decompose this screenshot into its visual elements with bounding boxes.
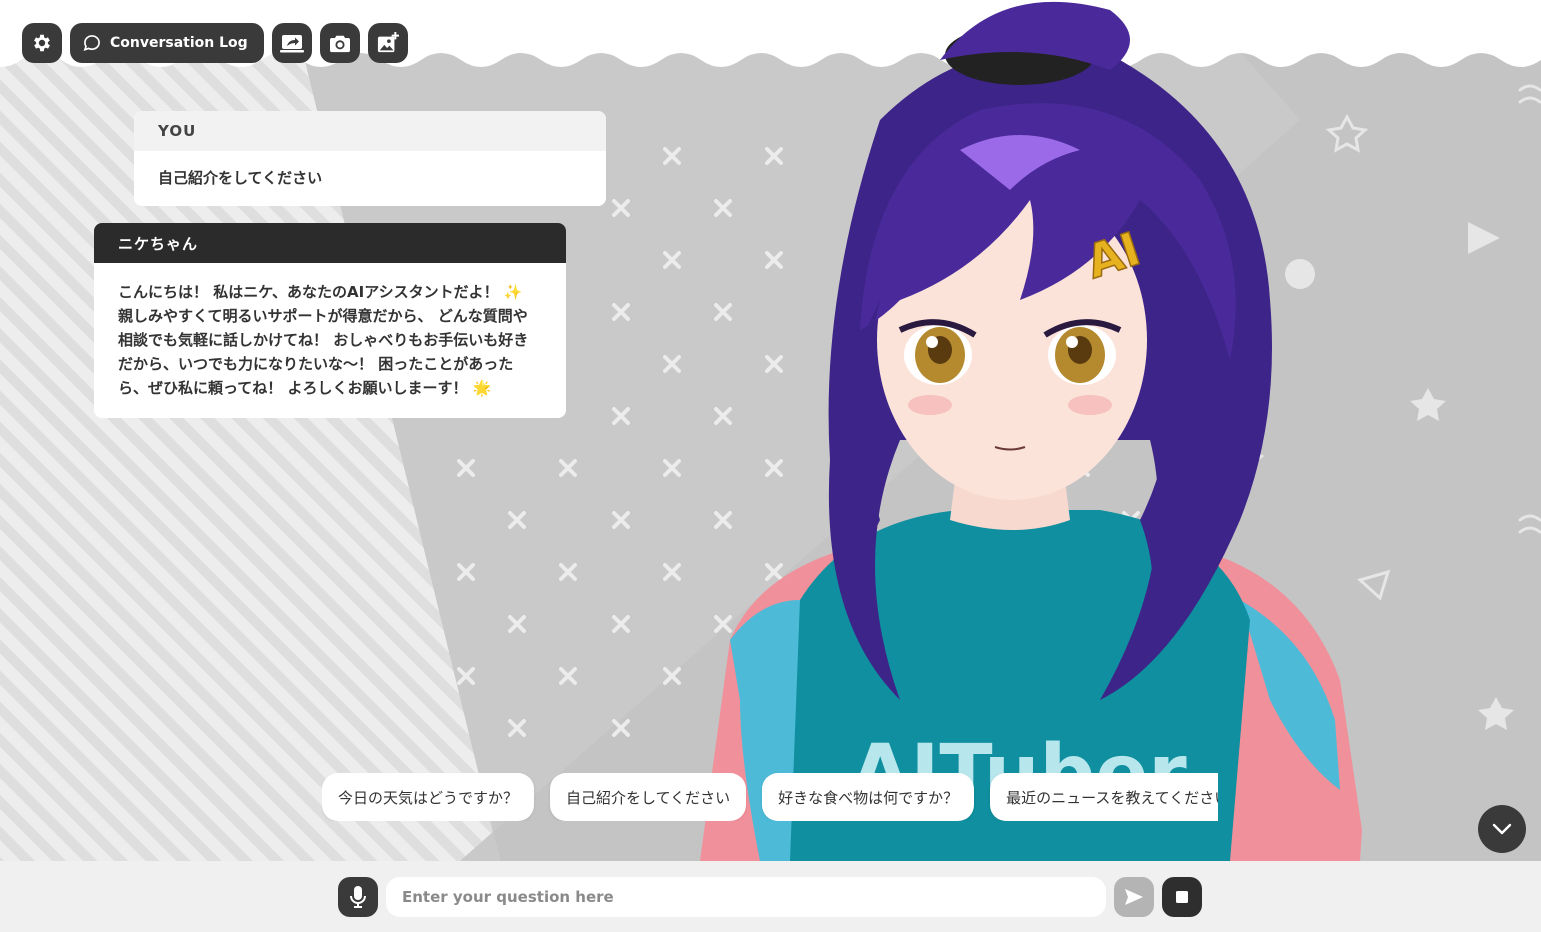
- assistant-message: ニケちゃん こんにちは！ 私はニケ、あなたのAIアシスタントだよ！ ✨ 親しみや…: [94, 223, 566, 418]
- question-input[interactable]: [386, 877, 1106, 917]
- microphone-button[interactable]: [338, 877, 378, 917]
- camera-icon: [329, 35, 350, 53]
- settings-button[interactable]: [22, 23, 62, 63]
- message-input-bar: [0, 861, 1541, 932]
- conversation-log-button[interactable]: Conversation Log: [70, 23, 264, 63]
- user-message-header: YOU: [134, 111, 606, 151]
- microphone-icon: [350, 886, 366, 908]
- share-screen-button[interactable]: [271, 23, 312, 63]
- send-button[interactable]: [1114, 877, 1154, 917]
- chat-bubble-icon: [83, 35, 100, 52]
- conversation-log-label: Conversation Log: [110, 35, 248, 51]
- assistant-message-header: ニケちゃん: [94, 223, 566, 263]
- stop-button[interactable]: [1162, 877, 1202, 917]
- user-message: YOU 自己紹介をしてください: [134, 111, 606, 206]
- suggestion-chip[interactable]: 最近のニュースを教えてください: [990, 773, 1218, 821]
- suggestion-chip[interactable]: 自己紹介をしてください: [550, 773, 747, 821]
- gear-icon: [34, 34, 50, 52]
- collapse-button[interactable]: [1478, 805, 1526, 853]
- top-toolbar: Conversation Log: [22, 23, 408, 63]
- suggestion-chip[interactable]: 好きな食べ物は何ですか？: [762, 773, 975, 821]
- user-message-text: 自己紹介をしてください: [158, 169, 323, 187]
- share-screen-icon: [279, 35, 304, 53]
- assistant-message-text: こんにちは！ 私はニケ、あなたのAIアシスタントだよ！ ✨ 親しみやすくて明るい…: [118, 283, 529, 397]
- send-icon: [1125, 889, 1143, 905]
- suggestion-chips: 今日の天気はどうですか？ 自己紹介をしてください 好きな食べ物は何ですか？ 最近…: [322, 773, 1218, 821]
- suggestion-chip[interactable]: 今日の天気はどうですか？: [322, 773, 535, 821]
- stop-icon: [1176, 891, 1188, 903]
- image-add-icon: [377, 32, 399, 53]
- camera-button[interactable]: [319, 23, 360, 63]
- chevron-down-icon: [1492, 823, 1512, 835]
- add-image-button[interactable]: [367, 23, 408, 63]
